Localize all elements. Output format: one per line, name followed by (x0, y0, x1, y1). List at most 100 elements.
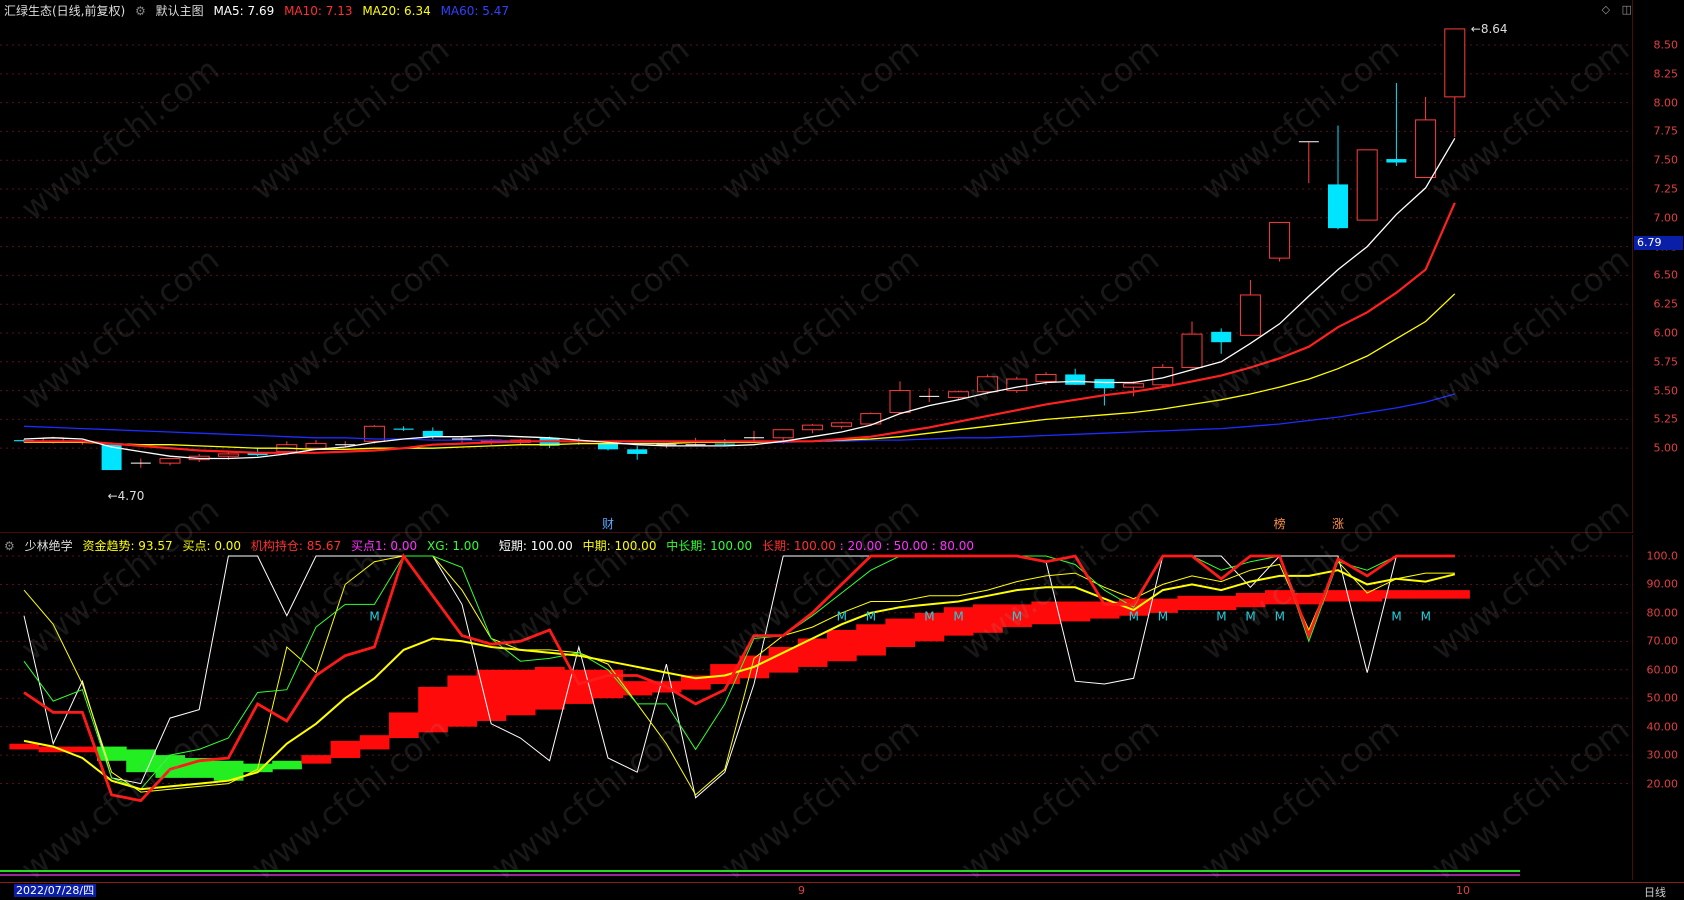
candle (1239, 280, 1261, 336)
band-segment (1352, 590, 1383, 602)
band-segment (418, 686, 448, 733)
window-controls: ◇ ◫ (1602, 3, 1632, 16)
candle (130, 458, 151, 468)
settings-icon[interactable]: ⚙ (4, 539, 15, 553)
candle (801, 423, 823, 434)
candle-body (1386, 159, 1407, 163)
m-signal-marker: M (837, 610, 847, 624)
band-segment (1294, 592, 1324, 605)
candle-body (422, 430, 443, 437)
buy-point1-value: 买点1: 0.00 (350, 539, 418, 553)
m-signal-marker: M (953, 610, 963, 624)
price-tick-label: 6.00 (1653, 326, 1679, 340)
band-segment (476, 669, 507, 721)
indicator-tick-label: 90.00 (1646, 577, 1679, 591)
price-tick-label: 7.50 (1653, 153, 1679, 167)
band-segment (9, 743, 40, 750)
price-tick-label: 7.75 (1653, 124, 1679, 138)
m-signal-marker: M (1275, 610, 1285, 624)
candle-body (772, 429, 794, 439)
band-segment (768, 647, 799, 673)
mid-term-value: 中期: 100.00 (582, 539, 657, 553)
buy-point-value: 买点: 0.00 (182, 539, 242, 553)
candle-body (1239, 294, 1261, 336)
indicator-axis: 100.0 90.00 80.00 70.00 60.00 50.00 40.00 30.00… (1634, 535, 1684, 880)
candle (1444, 28, 1466, 138)
band-segment (1177, 595, 1208, 611)
candle-body (1211, 331, 1232, 343)
candle (1006, 376, 1028, 393)
candle-body (1065, 374, 1086, 385)
m-signal-marker: M (1391, 610, 1401, 624)
settings-icon[interactable]: ⚙ (135, 4, 146, 18)
m-signal-marker: M (1421, 610, 1431, 624)
low-price-label: ←4.70 (108, 489, 145, 503)
band-segment (389, 712, 419, 739)
candle (1065, 368, 1086, 385)
m-signal-marker: M (866, 610, 876, 624)
candle-body (1415, 119, 1437, 178)
price-tick-label: 5.00 (1653, 441, 1679, 455)
band-segment (272, 760, 302, 770)
price-tick-label: 5.75 (1653, 355, 1679, 369)
band-segment (973, 604, 1003, 633)
ma10-value: MA10: 7.13 (284, 4, 353, 18)
price-tick-label: 5.25 (1653, 412, 1679, 426)
indicator-tick-label: 40.00 (1646, 720, 1679, 734)
date-axis-bar: 2022/07/28/四 9 10 日线 (0, 882, 1684, 900)
candle-body (1035, 373, 1057, 382)
candle (1415, 96, 1437, 178)
candle (860, 412, 882, 426)
m-signal-marker: M (1216, 610, 1226, 624)
indicator-panel[interactable]: MMMMMMMMMMMMM (0, 535, 1634, 880)
band-segment (1265, 590, 1295, 605)
month-tick-10: 10 (1456, 884, 1470, 897)
price-chart[interactable]: ←8.64 ←4.70 财 榜 涨 (0, 0, 1634, 534)
band-segment (885, 618, 916, 648)
m-signal-marker: M (924, 610, 934, 624)
candle (1123, 381, 1145, 397)
price-tick-label: 8.25 (1653, 67, 1679, 81)
period-button[interactable]: 日线 (1644, 884, 1666, 900)
chart-template-name[interactable]: 默认主图 (156, 4, 204, 18)
band-segment (622, 681, 653, 696)
m-signal-marker: M (1012, 610, 1022, 624)
band-segment (67, 746, 98, 753)
collapse-icon[interactable]: ◫ (1622, 3, 1632, 16)
ma60-value: MA60: 5.47 (440, 4, 509, 18)
indicator-tick-label: 30.00 (1646, 748, 1679, 762)
price-chart-header: 汇绿生态(日线,前复权) ⚙ 默认主图 MA5: 7.69 MA10: 7.13… (4, 2, 515, 19)
indicator-chart[interactable]: MMMMMMMMMMMMM (0, 535, 1634, 880)
badge-zhang: 涨 (1332, 516, 1344, 531)
candle (1269, 221, 1291, 262)
stock-title[interactable]: 汇绿生态(日线,前复权) (4, 4, 125, 18)
short-term-value: 短期: 100.00 (498, 539, 573, 553)
candle (363, 425, 385, 444)
candle-body (889, 390, 911, 413)
indicator-tick-label: 80.00 (1646, 606, 1679, 620)
price-tick-label: 7.00 (1653, 211, 1679, 225)
band-segment (1411, 590, 1441, 599)
high-price-label: ←8.64 (1471, 22, 1508, 36)
price-tick-label: 7.25 (1653, 182, 1679, 196)
fund-trend-value: 资金趋势: 93.57 (82, 539, 173, 553)
level-80-value: : 80.00 (931, 539, 974, 553)
diamond-icon[interactable]: ◇ (1602, 3, 1610, 16)
price-chart-panel[interactable]: ←8.64 ←4.70 财 榜 涨 (0, 0, 1634, 534)
candle-body (627, 449, 648, 454)
candle-body (1356, 149, 1378, 221)
candle-body (393, 428, 414, 430)
indicator-tick-label: 100.0 (1646, 549, 1679, 563)
cursor-date-label: 2022/07/28/四 (14, 884, 97, 897)
indicator-tick-label: 50.00 (1646, 691, 1679, 705)
ma20-value: MA20: 6.34 (362, 4, 431, 18)
indicator-name[interactable]: 少林绝学 (25, 539, 73, 553)
band-segment (856, 624, 886, 656)
candle (889, 381, 911, 414)
candle (159, 458, 181, 466)
candle-body (217, 453, 239, 457)
price-axis: 8.508.258.007.757.507.257.006.756.506.25… (1634, 0, 1684, 533)
month-tick-9: 9 (798, 884, 805, 897)
m-signal-marker: M (1158, 610, 1168, 624)
candle (1328, 125, 1348, 230)
